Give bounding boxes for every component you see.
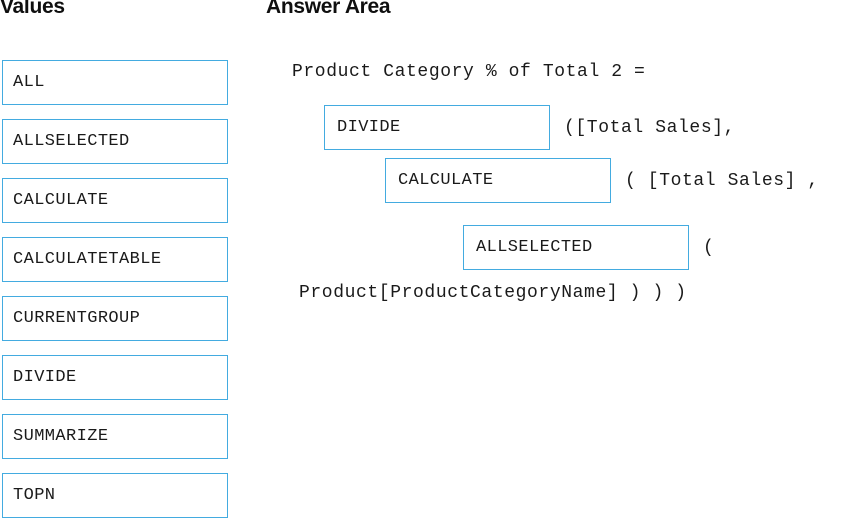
formula-line-measure-name: Product Category % of Total 2 =: [292, 62, 645, 82]
list-item[interactable]: TOPN: [2, 473, 228, 518]
value-chip-label: CURRENTGROUP: [13, 309, 141, 328]
answer-slot-3-value: ALLSELECTED: [476, 238, 593, 257]
page-title-answer-area: Answer Area: [266, 0, 391, 18]
formula-line-divide: DIVIDE ([Total Sales],: [324, 105, 735, 150]
answer-slot-3[interactable]: ALLSELECTED: [463, 225, 689, 270]
list-item[interactable]: DIVIDE: [2, 355, 228, 400]
formula-line-column-reference: Product[ProductCategoryName] ) ) ): [299, 283, 687, 303]
value-chip-label: CALCULATETABLE: [13, 250, 162, 269]
list-item[interactable]: CALCULATETABLE: [2, 237, 228, 282]
list-item[interactable]: SUMMARIZE: [2, 414, 228, 459]
value-chip-label: SUMMARIZE: [13, 427, 109, 446]
value-chip-label: ALLSELECTED: [13, 132, 130, 151]
value-chip-label: CALCULATE: [13, 191, 109, 210]
answer-area: Product Category % of Total 2 = DIVIDE (…: [266, 48, 867, 524]
formula-text-after-slot-1: ([Total Sales],: [564, 117, 736, 138]
formula-text-after-slot-2: ( [Total Sales] ,: [625, 170, 819, 191]
list-item[interactable]: CALCULATE: [2, 178, 228, 223]
value-chip-label: TOPN: [13, 486, 56, 505]
answer-slot-2-value: CALCULATE: [398, 171, 494, 190]
list-item[interactable]: ALLSELECTED: [2, 119, 228, 164]
value-chip-label: DIVIDE: [13, 368, 77, 387]
measure-name-text: Product Category % of Total 2 =: [292, 62, 646, 82]
list-item[interactable]: ALL: [2, 60, 228, 105]
answer-slot-1-value: DIVIDE: [337, 118, 401, 137]
values-list: ALL ALLSELECTED CALCULATE CALCULATETABLE…: [2, 60, 228, 532]
column-reference-text: Product[ProductCategoryName] ) ) ): [299, 283, 687, 303]
formula-text-after-slot-3: (: [703, 237, 715, 258]
answer-slot-1[interactable]: DIVIDE: [324, 105, 550, 150]
formula-line-allselected: ALLSELECTED (: [463, 225, 714, 270]
answer-slot-2[interactable]: CALCULATE: [385, 158, 611, 203]
value-chip-label: ALL: [13, 73, 45, 92]
formula-line-calculate: CALCULATE ( [Total Sales] ,: [385, 158, 819, 203]
list-item[interactable]: CURRENTGROUP: [2, 296, 228, 341]
page-title-values: Values: [0, 0, 65, 18]
